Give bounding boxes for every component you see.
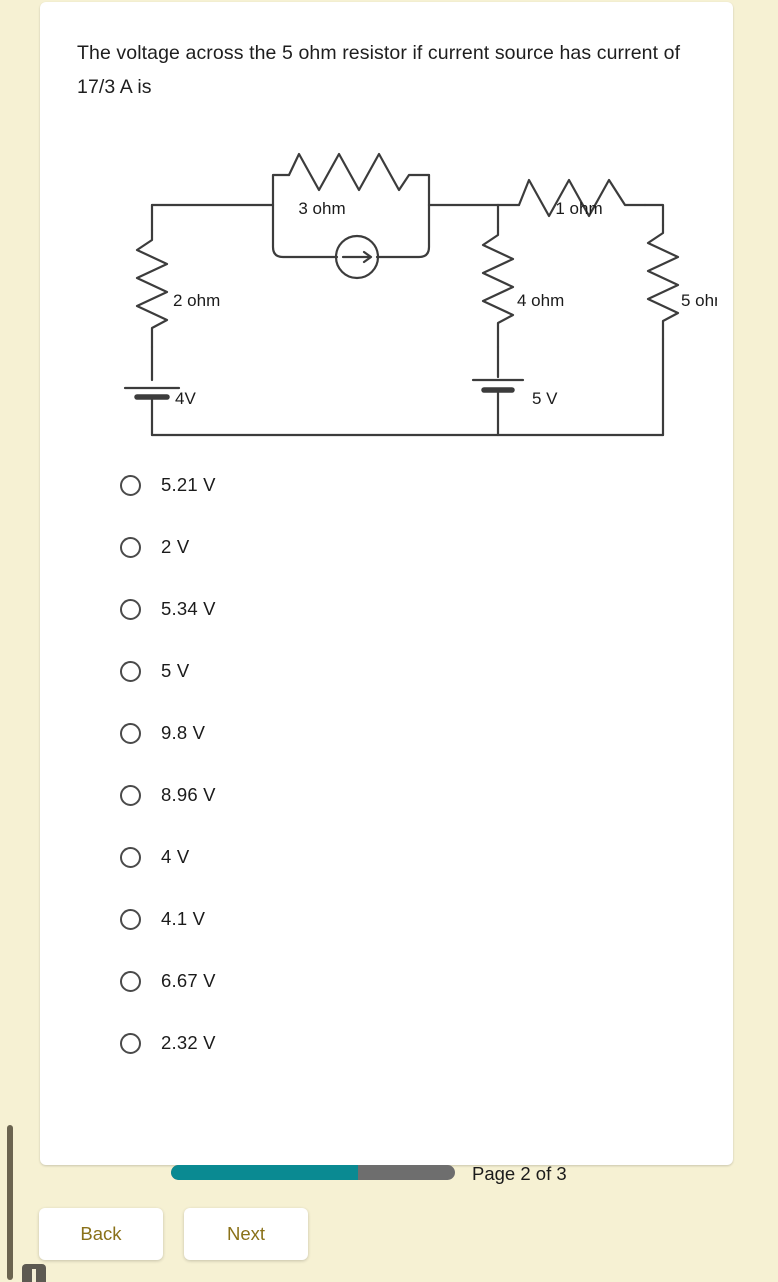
page-scrollbar[interactable]: [7, 1125, 13, 1280]
option-row-2[interactable]: 2 V: [77, 516, 697, 578]
question-card: The voltage across the 5 ohm resistor if…: [40, 2, 733, 1165]
label-3-ohm: 3 ohm: [298, 199, 345, 218]
option-row-4[interactable]: 5 V: [77, 640, 697, 702]
option-label-2: 2 V: [161, 536, 190, 557]
option-row-1[interactable]: 5.21 V: [77, 454, 697, 516]
resistor-5-ohm-symbol: [646, 223, 680, 341]
options-list: 5.21 V 2 V 5.34 V 5 V 9.8 V 8.96 V 4 V 4…: [77, 454, 697, 1074]
option-row-8[interactable]: 4.1 V: [77, 888, 697, 950]
option-label-1: 5.21 V: [161, 474, 216, 495]
option-label-6: 8.96 V: [161, 784, 216, 805]
option-label-4: 5 V: [161, 660, 190, 681]
back-button[interactable]: Back: [39, 1208, 163, 1260]
progress-bar: [171, 1165, 455, 1180]
option-label-9: 6.67 V: [161, 970, 216, 991]
option-row-5[interactable]: 9.8 V: [77, 702, 697, 764]
label-5-ohm: 5 ohm: [681, 291, 717, 310]
option-row-10[interactable]: 2.32 V: [77, 1012, 697, 1074]
radio-button-8[interactable]: [120, 908, 141, 930]
resistor-3-ohm-symbol: [287, 152, 431, 192]
wire-current-source-right: [375, 203, 431, 259]
radio-button-6[interactable]: [120, 784, 141, 806]
radio-button-10[interactable]: [120, 1032, 141, 1054]
radio-button-1[interactable]: [120, 474, 141, 496]
option-row-3[interactable]: 5.34 V: [77, 578, 697, 640]
navigation-buttons: Back Next: [39, 1208, 308, 1260]
label-4v: 4V: [175, 389, 196, 408]
wire-3ohm-block-left-top: [271, 173, 291, 207]
option-label-5: 9.8 V: [161, 722, 206, 743]
option-row-6[interactable]: 8.96 V: [77, 764, 697, 826]
wire-1ohm-to-right-branch: [643, 203, 665, 227]
option-label-3: 5.34 V: [161, 598, 216, 619]
circuit-diagram: 3 ohm 2 ohm 4V 1 ohm 4 ohm 5 V 5 ohm: [77, 132, 717, 472]
option-row-9[interactable]: 6.67 V: [77, 950, 697, 1012]
resistor-4-ohm-symbol: [481, 225, 515, 349]
label-5v: 5 V: [532, 389, 558, 408]
radio-button-9[interactable]: [120, 970, 141, 992]
label-2-ohm: 2 ohm: [173, 291, 220, 310]
option-label-7: 4 V: [161, 846, 190, 867]
resistor-2-ohm-symbol: [135, 228, 169, 349]
bottom-left-indicator: [22, 1264, 46, 1282]
radio-button-3[interactable]: [120, 598, 141, 620]
radio-button-5[interactable]: [120, 722, 141, 744]
radio-button-7[interactable]: [120, 846, 141, 868]
radio-button-2[interactable]: [120, 536, 141, 558]
option-row-7[interactable]: 4 V: [77, 826, 697, 888]
label-4-ohm: 4 ohm: [517, 291, 564, 310]
progress-bar-fill: [171, 1165, 359, 1180]
label-1-ohm: 1 ohm: [555, 199, 602, 218]
page-indicator: Page 2 of 3: [472, 1163, 567, 1184]
option-label-10: 2.32 V: [161, 1032, 216, 1053]
radio-button-4[interactable]: [120, 660, 141, 682]
next-button[interactable]: Next: [184, 1208, 308, 1260]
option-label-8: 4.1 V: [161, 908, 206, 929]
question-text: The voltage across the 5 ohm resistor if…: [77, 42, 681, 98]
